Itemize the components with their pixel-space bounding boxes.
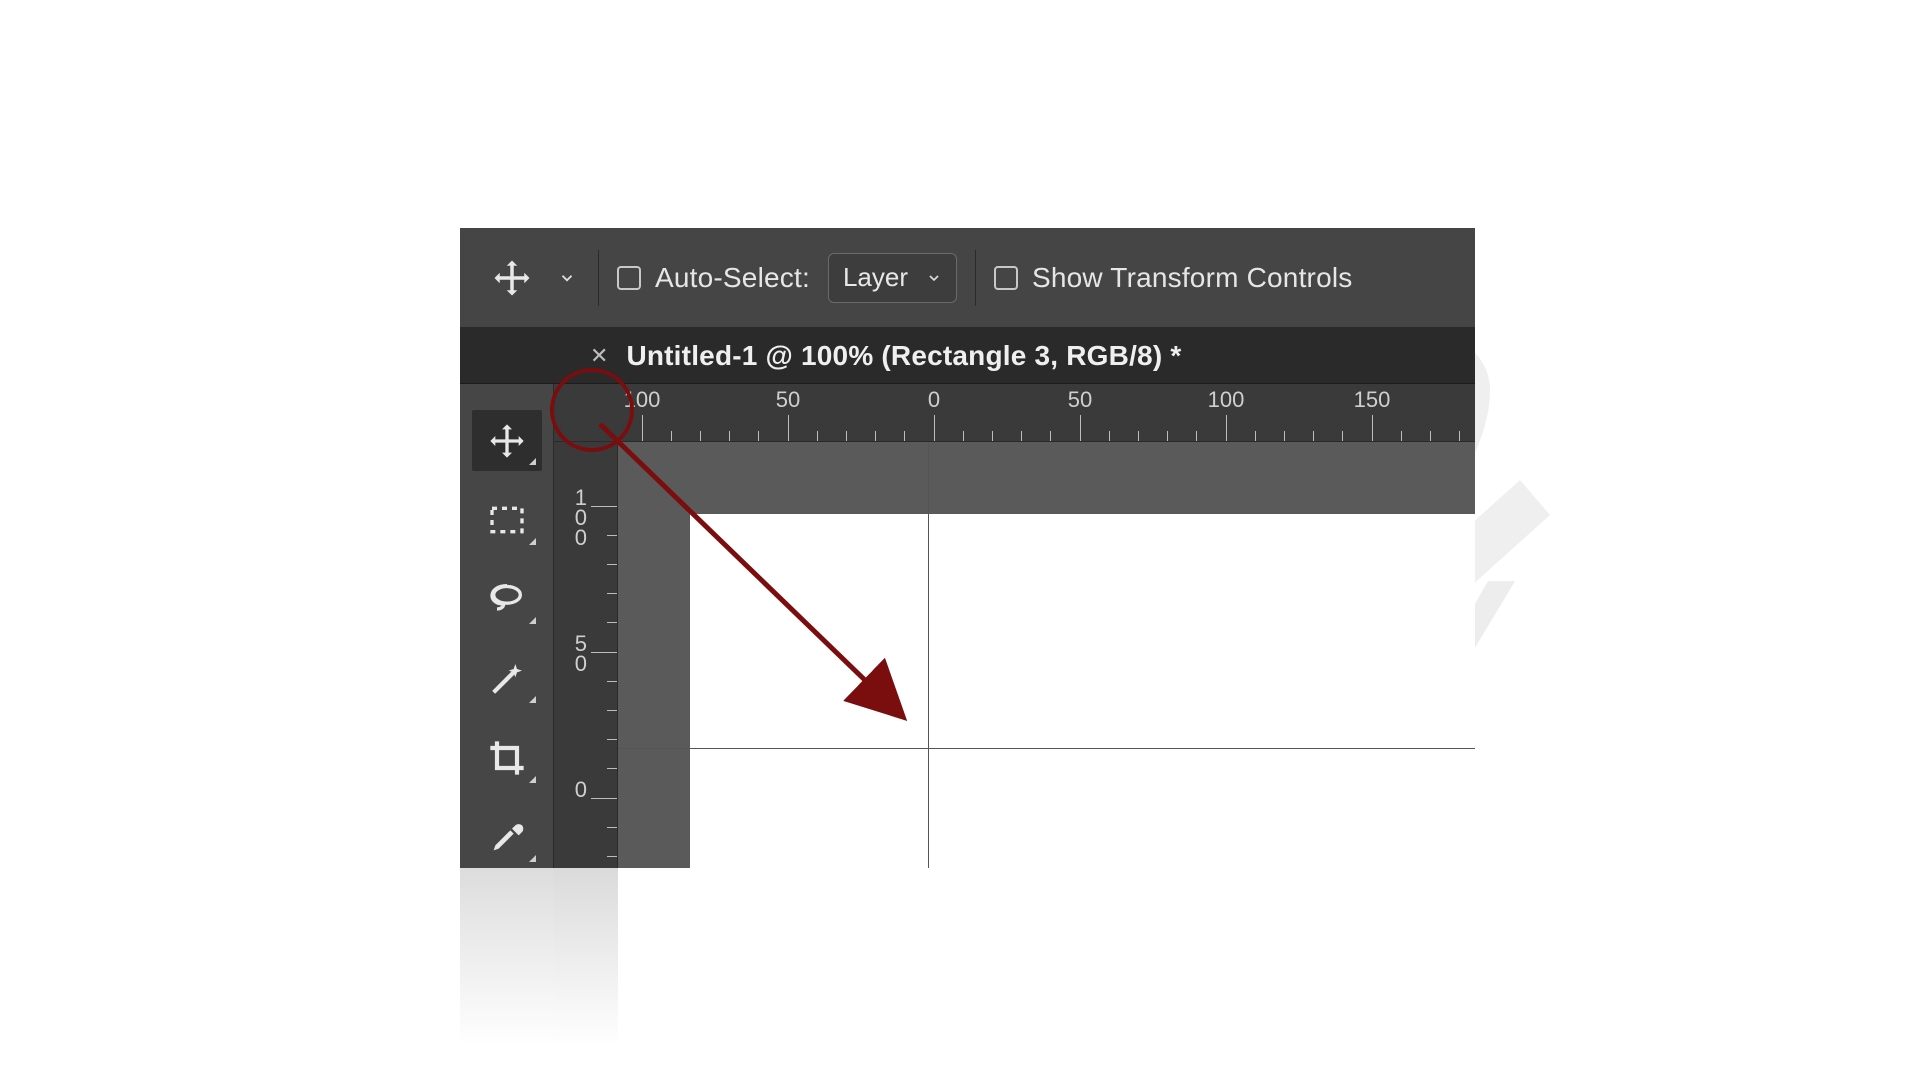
ruler-label: 0 bbox=[928, 387, 940, 413]
ruler-label: 100 bbox=[575, 488, 587, 547]
document-tab-title[interactable]: Untitled-1 @ 100% (Rectangle 3, RGB/8) * bbox=[626, 340, 1181, 372]
show-transform-label: Show Transform Controls bbox=[1032, 262, 1353, 294]
horizontal-guide[interactable] bbox=[618, 748, 1475, 749]
horizontal-ruler[interactable]: 10050050100150 bbox=[554, 384, 1475, 442]
chevron-down-icon bbox=[926, 270, 942, 286]
ruler-label: 100 bbox=[1208, 387, 1245, 413]
eyedropper-tool[interactable] bbox=[472, 807, 542, 868]
ruler-label: 50 bbox=[776, 387, 800, 413]
magic-wand-tool[interactable] bbox=[472, 648, 542, 709]
ruler-label: 50 bbox=[1068, 387, 1092, 413]
lasso-tool[interactable] bbox=[472, 569, 542, 630]
flyout-indicator-icon bbox=[529, 538, 536, 545]
ruler-label: 0 bbox=[575, 780, 587, 800]
auto-select-label: Auto-Select: bbox=[655, 262, 810, 294]
ruler-ticks: 10050050100150 bbox=[554, 384, 1475, 441]
auto-select-group[interactable]: Auto-Select: bbox=[617, 262, 810, 294]
current-tool-icon[interactable] bbox=[488, 254, 536, 302]
ruler-label: 150 bbox=[1354, 387, 1391, 413]
canvas-area[interactable] bbox=[618, 442, 1475, 868]
auto-select-checkbox[interactable] bbox=[617, 266, 641, 290]
chevron-down-icon bbox=[558, 269, 576, 287]
vertical-guide[interactable] bbox=[928, 442, 929, 868]
reflection-effect bbox=[460, 868, 1475, 1088]
ruler-label: 50 bbox=[575, 634, 587, 674]
rectangular-marquee-tool[interactable] bbox=[472, 489, 542, 550]
tools-panel bbox=[460, 384, 554, 868]
flyout-indicator-icon bbox=[529, 776, 536, 783]
tool-preset-dropdown[interactable] bbox=[554, 265, 580, 291]
lasso-icon bbox=[487, 579, 527, 619]
close-tab-button[interactable]: ✕ bbox=[590, 343, 608, 369]
auto-select-target-dropdown[interactable]: Layer bbox=[828, 253, 957, 303]
dropdown-value: Layer bbox=[843, 262, 908, 293]
divider bbox=[598, 250, 599, 306]
wand-icon bbox=[487, 659, 527, 699]
crop-icon bbox=[487, 738, 527, 778]
flyout-indicator-icon bbox=[529, 617, 536, 624]
marquee-icon bbox=[487, 500, 527, 540]
vertical-ruler[interactable]: 100 50 0 bbox=[554, 442, 618, 868]
move-icon bbox=[491, 257, 533, 299]
annotation-circle bbox=[550, 368, 634, 452]
move-tool[interactable] bbox=[472, 410, 542, 471]
options-bar: Auto-Select: Layer Show Transform Contro… bbox=[460, 228, 1475, 328]
show-transform-checkbox[interactable] bbox=[994, 266, 1018, 290]
eyedropper-icon bbox=[487, 817, 527, 857]
move-icon bbox=[487, 421, 527, 461]
flyout-indicator-icon bbox=[529, 458, 536, 465]
crop-tool[interactable] bbox=[472, 727, 542, 788]
divider bbox=[975, 250, 976, 306]
flyout-indicator-icon bbox=[529, 696, 536, 703]
show-transform-group[interactable]: Show Transform Controls bbox=[994, 262, 1353, 294]
screenshot-region: Auto-Select: Layer Show Transform Contro… bbox=[460, 228, 1475, 868]
flyout-indicator-icon bbox=[529, 855, 536, 862]
artboard[interactable] bbox=[690, 514, 1475, 868]
photoshop-window: Auto-Select: Layer Show Transform Contro… bbox=[460, 228, 1475, 868]
